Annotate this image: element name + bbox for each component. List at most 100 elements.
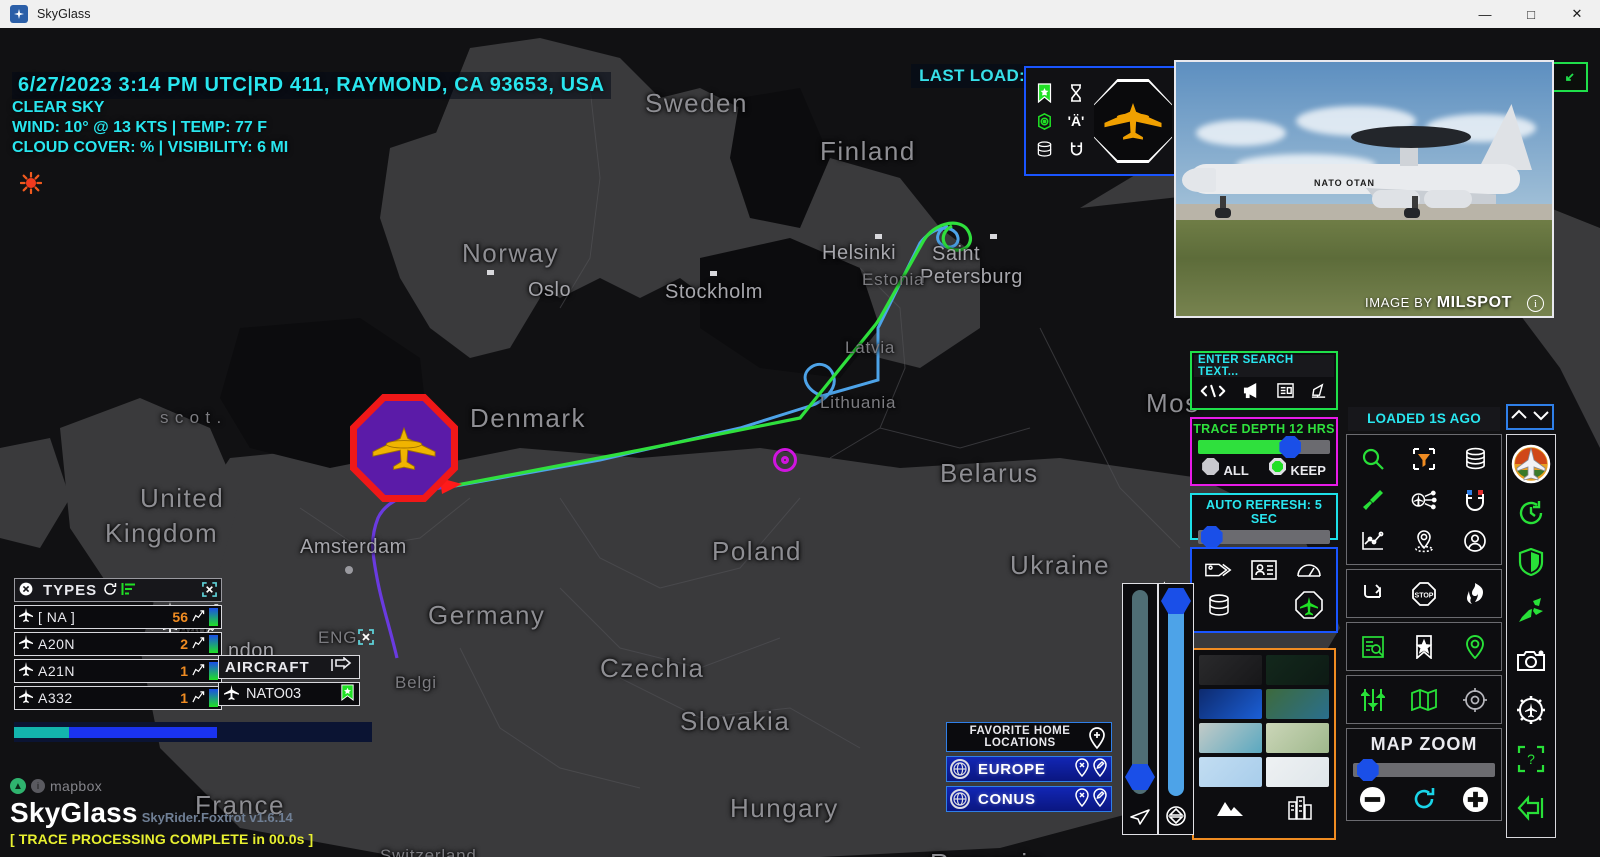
close-circle-icon[interactable]: [19, 582, 33, 599]
news-icon[interactable]: [1277, 382, 1294, 404]
fullscreen-in-icon[interactable]: [1552, 62, 1588, 92]
aircraft-photo-panel[interactable]: NATO OTAN IMAGE BY MILSPOT i: [1174, 60, 1554, 318]
style-thumb-light[interactable]: [1266, 757, 1329, 787]
sort-icon[interactable]: [121, 582, 137, 599]
gauge-icon[interactable]: [1287, 553, 1330, 586]
bookmark-star-icon[interactable]: [1032, 81, 1056, 105]
search-input[interactable]: ENTER SEARCH TEXT...: [1194, 354, 1334, 378]
style-thumb-streets[interactable]: [1199, 723, 1262, 753]
search-icon[interactable]: [1353, 441, 1393, 477]
types-row[interactable]: [ NA ] 56: [14, 605, 222, 629]
edit-pin-icon[interactable]: [1092, 757, 1108, 781]
types-row[interactable]: A21N 1: [14, 659, 222, 683]
fire-icon[interactable]: [1455, 576, 1495, 612]
slider-knob[interactable]: [1279, 436, 1302, 458]
history-refresh-icon[interactable]: [1511, 493, 1551, 533]
trace-depth-slider[interactable]: [1198, 436, 1330, 458]
back-arrow-icon[interactable]: [1511, 788, 1551, 828]
stop-icon[interactable]: STOP: [1404, 576, 1444, 612]
broom-icon[interactable]: [1353, 482, 1393, 518]
aircraft-badge-panel[interactable]: 'Ä': [1024, 66, 1176, 176]
maximize-button[interactable]: □: [1508, 0, 1554, 28]
add-pin-icon[interactable]: [1087, 726, 1107, 751]
altitude-slider[interactable]: [1122, 583, 1158, 835]
types-row[interactable]: A20N 2: [14, 632, 222, 656]
terrain-icon[interactable]: [1215, 798, 1245, 824]
magnet-icon[interactable]: [1064, 137, 1088, 161]
chevron-down-icon[interactable]: [1532, 407, 1550, 427]
reset-rotate-icon[interactable]: [1404, 781, 1444, 817]
trace-mode-keep[interactable]: KEEP: [1269, 458, 1326, 480]
info-icon[interactable]: i: [1527, 295, 1544, 312]
chevron-up-icon[interactable]: [1510, 407, 1528, 427]
selected-aircraft-marker[interactable]: [350, 394, 458, 502]
types-row[interactable]: A332 1: [14, 686, 222, 710]
id-card-icon[interactable]: [1243, 553, 1286, 586]
callsign-icon[interactable]: 'Ä': [1064, 109, 1088, 133]
help-scan-icon[interactable]: ?: [1511, 739, 1551, 779]
expand-icon[interactable]: [202, 582, 217, 600]
slider-knob[interactable]: [1200, 526, 1223, 548]
opacity-slider[interactable]: [1158, 583, 1194, 835]
jet-emblem-icon[interactable]: [1511, 444, 1551, 484]
radio-all[interactable]: [1202, 458, 1220, 475]
favorite-item-europe[interactable]: EUROPE: [946, 756, 1112, 782]
style-thumb-dark[interactable]: [1199, 655, 1262, 685]
zoom-out-icon[interactable]: [1353, 781, 1393, 817]
minimize-button[interactable]: —: [1462, 0, 1508, 28]
mapbox-attribution[interactable]: ▲ i mapbox: [10, 778, 313, 794]
edit-pin-icon[interactable]: [1092, 787, 1108, 811]
map-pin-radius-icon[interactable]: [1404, 523, 1444, 559]
slider-knob[interactable]: [1161, 588, 1191, 614]
close-button[interactable]: ✕: [1554, 0, 1600, 28]
bookmark-flag-icon[interactable]: [340, 683, 355, 705]
aircraft-octagon-icon[interactable]: [1287, 588, 1330, 621]
zoom-in-icon[interactable]: [1455, 781, 1495, 817]
database-icon[interactable]: [1032, 137, 1056, 161]
trace-mode-all[interactable]: ALL: [1202, 458, 1249, 480]
shield-icon[interactable]: [1511, 542, 1551, 582]
target-marker[interactable]: [773, 448, 797, 472]
favorite-item-conus[interactable]: CONUS: [946, 786, 1112, 812]
slider-knob[interactable]: [1125, 764, 1155, 790]
hourglass-icon[interactable]: [1064, 81, 1088, 105]
delete-pin-icon[interactable]: [1074, 757, 1090, 781]
buildings-icon[interactable]: [1287, 796, 1313, 826]
camera-icon[interactable]: [1511, 641, 1551, 681]
aircraft-octagon-badge[interactable]: [1094, 79, 1172, 163]
magnet-icon[interactable]: [1455, 482, 1495, 518]
style-thumb-satellite-dark[interactable]: [1266, 655, 1329, 685]
style-thumb-heatmap[interactable]: [1199, 689, 1262, 719]
code-icon[interactable]: [1200, 383, 1226, 404]
map-zoom-slider[interactable]: [1353, 759, 1495, 781]
refresh-arrows-icon[interactable]: [1353, 576, 1393, 612]
expand-icon[interactable]: [358, 629, 374, 649]
wind-turbine-icon[interactable]: [1511, 591, 1551, 631]
layers-icon[interactable]: [1159, 806, 1193, 832]
database-icon[interactable]: [1198, 588, 1241, 621]
info-circle-icon[interactable]: i: [31, 779, 45, 793]
radio-keep[interactable]: [1269, 458, 1287, 475]
filter-icon[interactable]: [1404, 441, 1444, 477]
refresh-icon[interactable]: [103, 582, 117, 599]
aircraft-popup-item[interactable]: NATO03: [218, 682, 360, 706]
delete-pin-icon[interactable]: [1074, 787, 1090, 811]
aircraft-gear-icon[interactable]: [1511, 690, 1551, 730]
paper-plane-icon[interactable]: [1123, 808, 1157, 832]
target-icon[interactable]: [1032, 109, 1056, 133]
slider-knob[interactable]: [1356, 759, 1379, 781]
network-aircraft-icon[interactable]: [1404, 482, 1444, 518]
bookmark-star-icon[interactable]: [1404, 629, 1444, 665]
report-search-icon[interactable]: [1353, 629, 1393, 665]
style-thumb-outdoors[interactable]: [1266, 723, 1329, 753]
style-thumb-light-blue[interactable]: [1199, 757, 1262, 787]
tag-icon[interactable]: [1198, 553, 1241, 586]
arrow-right-icon[interactable]: [331, 656, 353, 677]
megaphone-icon[interactable]: [1242, 382, 1261, 404]
chart-line-icon[interactable]: [1353, 523, 1393, 559]
map-folded-icon[interactable]: [1404, 682, 1444, 718]
style-thumb-satellite[interactable]: [1266, 689, 1329, 719]
crosshair-icon[interactable]: [1455, 682, 1495, 718]
auto-refresh-slider[interactable]: [1198, 526, 1330, 548]
database-icon[interactable]: [1455, 441, 1495, 477]
